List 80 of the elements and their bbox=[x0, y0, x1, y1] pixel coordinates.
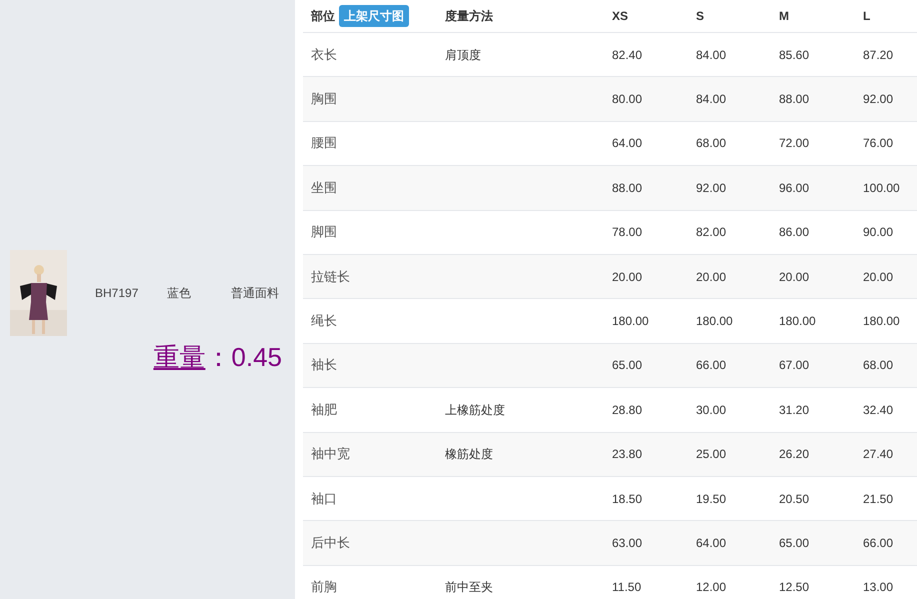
table-cell: 脚围 bbox=[311, 224, 337, 240]
table-cell: 72.00 bbox=[779, 136, 810, 150]
table-cell: 袖中宽 bbox=[311, 446, 350, 462]
table-cell: 绳长 bbox=[311, 313, 337, 328]
column-header: XS bbox=[612, 8, 628, 25]
table-cell: 64.00 bbox=[696, 536, 726, 550]
table-cell: 87.20 bbox=[863, 48, 894, 62]
table-cell: 78.00 bbox=[612, 225, 642, 240]
table-cell: 80.00 bbox=[612, 92, 642, 106]
table-cell: 袖口 bbox=[311, 490, 337, 506]
table-cell: 26.20 bbox=[779, 447, 810, 462]
table-cell: 28.80 bbox=[612, 402, 642, 417]
table-cell: 21.50 bbox=[863, 492, 894, 506]
table-cell: 坐围 bbox=[311, 180, 337, 195]
table-cell: 13.00 bbox=[863, 580, 894, 594]
column-header: S bbox=[696, 8, 704, 25]
table-cell: 后中长 bbox=[311, 534, 350, 550]
table-cell: 76.00 bbox=[863, 136, 894, 150]
table-cell: 20.00 bbox=[696, 270, 726, 284]
table-cell: 27.40 bbox=[863, 447, 894, 462]
table-cell: 肩顶度 bbox=[445, 48, 481, 62]
table-cell: 67.00 bbox=[779, 358, 810, 372]
table-cell: 180.00 bbox=[612, 314, 649, 328]
table-cell: 96.00 bbox=[779, 180, 810, 195]
table-cell: 32.40 bbox=[863, 402, 894, 417]
table-cell: 88.00 bbox=[612, 180, 642, 195]
table-cell: 20.00 bbox=[863, 270, 894, 284]
fabric-label: 普通面料 bbox=[231, 284, 279, 302]
table-cell: 前胸 bbox=[311, 579, 337, 594]
table-cell: 100.00 bbox=[863, 180, 900, 195]
table-cell: 前中至夹 bbox=[445, 580, 493, 594]
table-cell: 20.00 bbox=[779, 270, 810, 284]
weight-value: ：0.45 bbox=[205, 344, 282, 370]
table-cell: 11.50 bbox=[612, 580, 642, 594]
table-cell: 180.00 bbox=[863, 314, 900, 328]
table-cell: 胸围 bbox=[311, 91, 337, 106]
table-cell: 上橡筋处度 bbox=[445, 402, 505, 417]
table-cell: 88.00 bbox=[779, 92, 810, 106]
table-cell: 84.00 bbox=[696, 92, 726, 106]
table-cell: 20.00 bbox=[612, 270, 642, 284]
table-cell: 63.00 bbox=[612, 536, 642, 550]
table-cell: 64.00 bbox=[612, 136, 642, 150]
table-cell: 68.00 bbox=[696, 136, 726, 150]
column-header: M bbox=[779, 8, 789, 25]
table-cell: 袖长 bbox=[311, 357, 337, 372]
table-cell: 82.00 bbox=[696, 225, 726, 240]
table-cell: 20.50 bbox=[779, 492, 810, 506]
table-cell: 18.50 bbox=[612, 492, 642, 506]
table-cell: 66.00 bbox=[696, 358, 726, 372]
table-cell: 23.80 bbox=[612, 447, 642, 462]
product-code: BH7197 bbox=[95, 284, 140, 302]
table-cell: 拉链长 bbox=[311, 268, 350, 284]
table-cell: 85.60 bbox=[779, 48, 810, 62]
table-cell: 30.00 bbox=[696, 402, 726, 417]
table-cell: 66.00 bbox=[863, 536, 894, 550]
column-header: L bbox=[863, 8, 870, 25]
table-cell: 180.00 bbox=[779, 314, 816, 328]
column-header: 部位 bbox=[311, 8, 335, 25]
table-cell: 腰围 bbox=[311, 135, 337, 150]
table-cell: 90.00 bbox=[863, 225, 894, 240]
table-cell: 92.00 bbox=[696, 180, 726, 195]
table-cell: 92.00 bbox=[863, 92, 894, 106]
table-cell: 180.00 bbox=[696, 314, 733, 328]
weight-link[interactable]: 重量 bbox=[153, 344, 206, 370]
table-cell: 12.50 bbox=[779, 580, 810, 594]
table-cell: 86.00 bbox=[779, 225, 810, 240]
table-cell: 12.00 bbox=[696, 580, 726, 594]
table-cell: 31.20 bbox=[779, 402, 810, 417]
column-header: 度量方法 bbox=[445, 8, 493, 25]
table-cell: 19.50 bbox=[696, 492, 726, 506]
color-label: 蓝色 bbox=[167, 284, 192, 302]
table-cell: 82.40 bbox=[612, 48, 642, 62]
table-cell: 衣长 bbox=[311, 46, 337, 62]
table-cell: 橡筋处度 bbox=[445, 447, 493, 462]
table-cell: 84.00 bbox=[696, 48, 726, 62]
table-cell: 袖肥 bbox=[311, 402, 337, 417]
table-cell: 25.00 bbox=[696, 447, 726, 462]
table-cell: 65.00 bbox=[612, 358, 642, 372]
table-cell: 68.00 bbox=[863, 358, 894, 372]
table-cell: 65.00 bbox=[779, 536, 810, 550]
